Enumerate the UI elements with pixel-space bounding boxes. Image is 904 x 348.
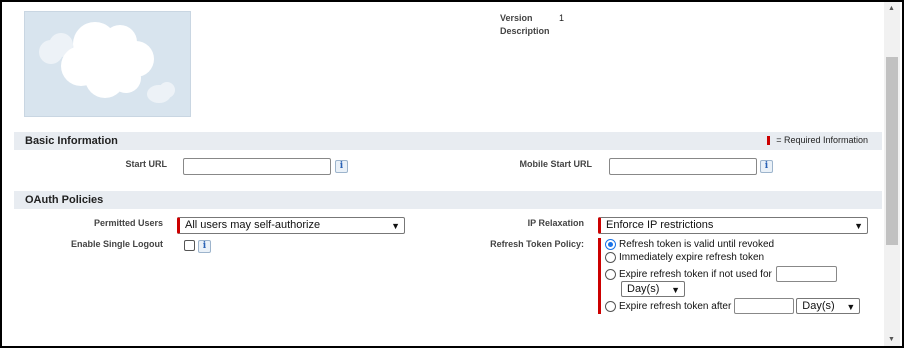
refresh-option-valid-until-revoked[interactable]: Refresh token is valid until revoked [605,239,774,250]
expire-if-unused-unit-select[interactable]: Day(s) ▼ [621,281,685,297]
cloud-logo-icon [39,22,175,103]
start-url-input[interactable] [183,158,331,175]
permitted-users-label: Permitted Users [93,218,163,228]
radio-label: Expire refresh token after [619,300,732,312]
radio-label: Refresh token is valid until revoked [619,239,775,250]
oauth-policies-header: OAuth Policies [14,191,882,209]
radio-button[interactable] [605,268,616,280]
single-logout-label: Enable Single Logout [71,239,163,249]
expire-after-amount-input[interactable] [734,298,795,314]
ip-relaxation-value: Enforce IP restrictions [606,219,714,231]
required-legend-text: = Required Information [776,135,868,145]
scrollbar-thumb[interactable] [886,57,898,245]
permitted-users-select[interactable]: All users may self-authorize ▼ [177,217,405,234]
radio-label: Expire refresh token if not used for [619,268,772,280]
scroll-up-icon[interactable]: ▲ [888,5,895,12]
radio-button[interactable] [605,239,616,250]
radio-button[interactable] [605,300,616,312]
radio-label: Immediately expire refresh token [619,252,765,263]
permitted-users-value: All users may self-authorize [185,219,321,231]
chevron-down-icon: ▼ [391,221,400,231]
chevron-down-icon: ▼ [671,285,680,295]
start-url-info-icon[interactable]: i [335,160,348,173]
required-legend: = Required Information [767,135,868,145]
chevron-down-icon: ▼ [846,302,856,312]
expire-after-unit-select[interactable]: Day(s) ▼ [796,298,861,314]
ip-relaxation-select[interactable]: Enforce IP restrictions ▼ [598,217,868,234]
basic-information-header: Basic Information = Required Information [14,132,882,150]
mobile-start-url-label: Mobile Start URL [519,159,592,169]
section-title: OAuth Policies [25,194,104,206]
vertical-scrollbar[interactable]: ▲ ▼ [884,2,900,346]
ip-relaxation-label: IP Relaxation [527,218,584,228]
version-value: 1 [559,13,565,23]
refresh-option-expire-after[interactable]: Expire refresh token after Day(s) ▼ [605,298,861,314]
refresh-option-immediately-expire[interactable]: Immediately expire refresh token [605,252,764,263]
mobile-start-url-input[interactable] [609,158,757,175]
mobile-start-url-info-icon[interactable]: i [760,160,773,173]
version-label: Version [500,13,533,23]
required-marker-icon [767,135,771,145]
single-logout-checkbox[interactable] [184,240,195,251]
start-url-label: Start URL [125,159,167,169]
description-label: Description [500,26,550,36]
refresh-option-expire-if-unused[interactable]: Expire refresh token if not used for [605,266,837,282]
expire-if-unused-amount-input[interactable] [775,266,837,282]
single-logout-info-icon[interactable]: i [198,240,211,253]
unit-value: Day(s) [802,300,835,312]
app-window: Version 1 Description Basic Information … [0,0,904,348]
scroll-down-icon[interactable]: ▼ [888,336,895,343]
chevron-down-icon: ▼ [854,221,863,231]
app-logo [24,11,191,117]
unit-value: Day(s) [627,283,660,295]
refresh-token-policy-group: Refresh token is valid until revoked Imm… [598,238,868,314]
radio-button[interactable] [605,252,616,263]
refresh-token-policy-label: Refresh Token Policy: [490,239,584,249]
main-content: Version 1 Description Basic Information … [12,2,882,346]
section-title: Basic Information [25,135,118,147]
